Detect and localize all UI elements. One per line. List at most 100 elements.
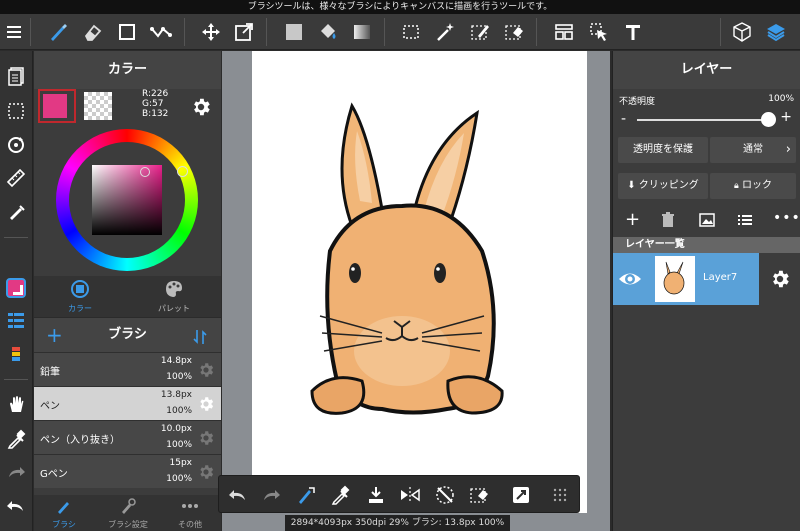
edit-icon[interactable] [510, 484, 532, 506]
clipping-label: クリッピング [638, 180, 699, 191]
eraser-icon[interactable] [78, 18, 106, 46]
select-eraser-icon[interactable] [500, 18, 528, 46]
layer-list-icon[interactable] [737, 212, 753, 232]
rectangle-icon[interactable] [113, 18, 141, 46]
eye-visibility-icon[interactable] [617, 267, 643, 295]
more-options-icon[interactable]: ••• [773, 210, 800, 226]
gradient-icon[interactable] [348, 18, 376, 46]
layer-list-header: レイヤー一覧 [613, 237, 800, 253]
opacity-slider-track[interactable] [637, 119, 771, 121]
brush-item[interactable]: ペン（入り抜き） 10.0px 100% [34, 420, 221, 454]
lock-icon: 🔒︎ [734, 181, 739, 191]
canvas-workspace[interactable] [222, 51, 610, 531]
pages-icon[interactable] [3, 63, 29, 89]
text-icon[interactable] [619, 18, 647, 46]
layer-row[interactable]: Layer7 [613, 253, 800, 305]
brush-icon[interactable] [44, 18, 72, 46]
layer-settings-gear-icon[interactable] [759, 253, 800, 305]
layer-thumbnail [655, 256, 695, 302]
tab-brush[interactable]: ブラシ [42, 497, 86, 530]
add-layer-icon[interactable]: + [625, 209, 640, 230]
redo-icon[interactable] [260, 484, 282, 506]
image-layer-icon[interactable] [699, 212, 715, 232]
save-download-icon[interactable] [365, 484, 387, 506]
erase-selection-icon[interactable] [468, 484, 490, 506]
protect-alpha-button[interactable]: 透明度を保護 [618, 137, 708, 163]
color-settings-gear-icon[interactable] [190, 96, 212, 118]
tab-brush-settings[interactable]: ブラシ設定 [104, 497, 152, 530]
brush-list-icon[interactable] [3, 307, 29, 333]
marquee-icon[interactable] [397, 18, 425, 46]
brush-panel-header: + ブラシ [34, 318, 221, 352]
move-icon[interactable] [197, 18, 225, 46]
layer-name: Layer7 [703, 272, 738, 283]
add-brush-icon[interactable]: + [46, 318, 63, 352]
main-color-fill [43, 94, 67, 118]
selection-icon[interactable] [3, 98, 29, 124]
brush-gear-icon[interactable] [197, 395, 215, 413]
tab-brush-settings-label: ブラシ設定 [108, 520, 148, 529]
brush-item-selected[interactable]: ペン 13.8px 100% [34, 386, 221, 420]
magic-wand-icon[interactable] [431, 18, 459, 46]
tab-color[interactable]: カラー [56, 279, 104, 314]
color-swatch-icon[interactable] [3, 275, 29, 301]
ruler-icon[interactable] [3, 165, 29, 191]
rotate-icon[interactable] [3, 132, 29, 158]
clipping-button[interactable]: ⬇ クリッピング [618, 173, 708, 199]
tab-brush-label: ブラシ [52, 520, 76, 529]
saturation-value-square[interactable] [92, 165, 162, 235]
opacity-slider-knob[interactable] [761, 112, 776, 127]
brush-name: Gペン [40, 469, 68, 480]
brush-item[interactable]: Gペン 15px 100% [34, 454, 221, 488]
opacity-minus-button[interactable]: - [621, 111, 626, 127]
pointer-icon[interactable] [585, 18, 613, 46]
tab-palette-label: パレット [158, 304, 190, 313]
hand-icon[interactable] [3, 391, 29, 417]
blend-mode-button[interactable]: 通常 › [710, 137, 796, 163]
sv-picker-handle[interactable] [140, 167, 150, 177]
grid-dots-icon[interactable] [549, 484, 571, 506]
select-pen-icon[interactable] [466, 18, 494, 46]
layers-icon[interactable] [762, 18, 790, 46]
3d-cube-icon[interactable] [728, 18, 756, 46]
trash-icon[interactable] [661, 212, 675, 232]
pen-edit-icon[interactable] [3, 199, 29, 225]
main-color-swatch[interactable] [38, 89, 76, 123]
layer-panel-title: レイヤー [613, 51, 800, 89]
tab-other-label: その他 [178, 520, 202, 529]
opacity-plus-button[interactable]: + [780, 109, 792, 125]
menu-icon[interactable] [0, 18, 28, 46]
brush-item[interactable]: 鉛筆 14.8px 100% [34, 352, 221, 386]
deselect-icon[interactable] [434, 484, 456, 506]
color-panel-title: カラー [34, 51, 221, 89]
tab-other[interactable]: その他 [168, 497, 212, 530]
color-wheel[interactable] [56, 129, 198, 271]
flip-horizontal-icon[interactable] [399, 484, 421, 506]
fill-color-icon[interactable] [280, 18, 308, 46]
green-value: G:57 [142, 99, 164, 109]
palette-bars-icon[interactable] [3, 342, 29, 368]
brush-size: 15px [169, 458, 193, 468]
brush-gear-icon[interactable] [197, 361, 215, 379]
tab-palette[interactable]: パレット [150, 279, 198, 314]
brush-gear-icon[interactable] [197, 429, 215, 447]
layout-icon[interactable] [550, 18, 578, 46]
eyedropper-icon[interactable] [329, 484, 351, 506]
redo-icon[interactable] [3, 459, 29, 485]
undo-icon[interactable] [227, 484, 249, 506]
lock-button[interactable]: 🔒︎ ロック [710, 173, 796, 199]
lock-label: ロック [741, 180, 772, 191]
rabbit-illustration [310, 102, 504, 415]
brush-eraser-toggle-icon[interactable] [295, 484, 317, 506]
sub-color-swatch[interactable] [84, 92, 112, 120]
status-bar: 2894*4093px 350dpi 29% ブラシ: 13.8px 100% [285, 515, 510, 531]
brush-gear-icon[interactable] [197, 463, 215, 481]
brush-opacity: 100% [166, 440, 192, 450]
eyedropper-icon[interactable] [3, 426, 29, 452]
select-path-icon[interactable] [147, 18, 175, 46]
canvas-paper[interactable] [252, 51, 587, 513]
hue-picker-handle[interactable] [177, 166, 188, 177]
undo-icon[interactable] [3, 493, 29, 519]
bucket-icon[interactable] [314, 18, 342, 46]
transform-icon[interactable] [230, 18, 258, 46]
